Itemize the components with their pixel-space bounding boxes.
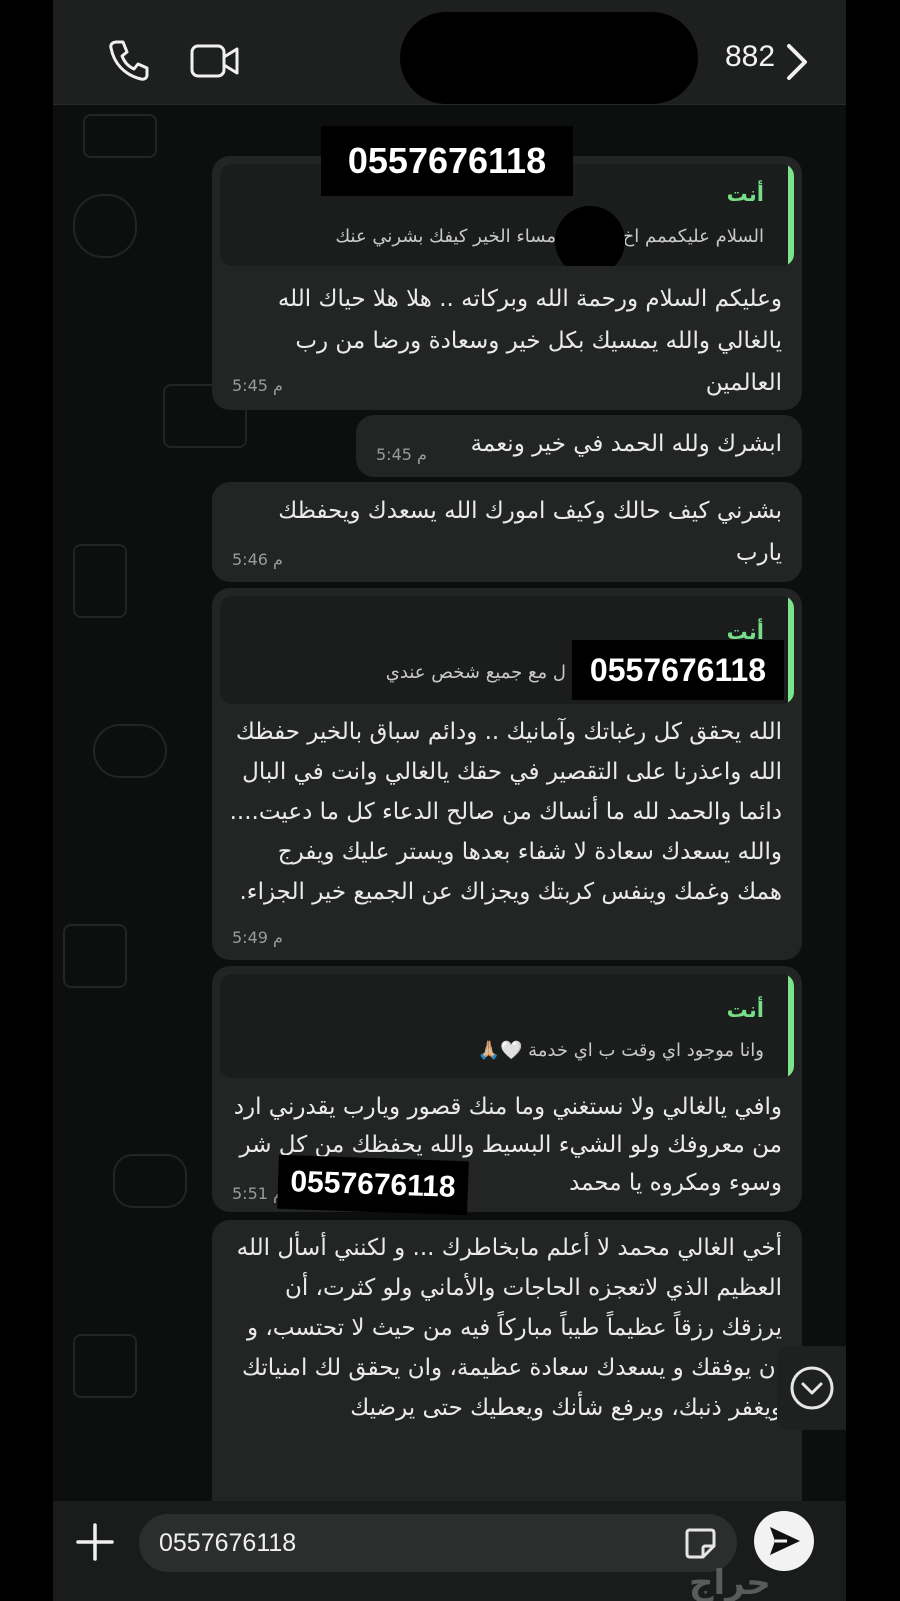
contact-title[interactable]: 882 [725,40,775,74]
reply-accent-bar [788,974,794,1078]
reply-quote-text: ل مع جميع شخص عندي [385,662,566,683]
message-text: أخي الغالي محمد لا أعلم مابخاطرك ... و ل… [236,1235,782,1421]
redacted-phone-number: 0557676118 [277,1154,469,1216]
reply-quote[interactable]: أنت وانا موجود اي وقت ب اي خدمة 🤍🙏🏼 [220,974,794,1078]
message-text: بشرني كيف حالك وكيف امورك الله يسعدك ويح… [278,498,782,566]
chat-background[interactable]: أنت السلام عليكممم اخ مساء الخير كيفك بش… [53,104,846,1520]
redacted-contact-name [400,12,698,104]
phone-icon[interactable] [107,38,151,82]
video-call-icon[interactable] [190,42,240,80]
message-text: ابشرك ولله الحمد في خير ونعمة [470,431,782,457]
doodle-icon [113,1154,187,1208]
reply-accent-bar [788,164,794,266]
message-bubble[interactable]: ابشرك ولله الحمد في خير ونعمة 5:45 م [356,415,802,477]
message-time: 5:45 م [232,376,283,395]
reply-quote-text-right: السلام عليكممم اخ [622,226,764,247]
reply-quote-text: وانا موجود اي وقت ب اي خدمة 🤍🙏🏼 [477,1040,764,1061]
chevron-right-icon[interactable] [785,42,809,82]
redaction-circle [555,206,625,266]
plus-icon[interactable] [75,1522,115,1562]
doodle-icon [93,724,167,778]
message-time: 5:49 م [232,928,283,947]
message-time: 5:45 م [376,445,427,464]
message-time: 5:46 م [232,550,283,569]
message-bubble[interactable]: بشرني كيف حالك وكيف امورك الله يسعدك ويح… [212,482,802,582]
chevron-down-icon [790,1366,834,1410]
scroll-to-bottom-button[interactable] [777,1346,846,1430]
doodle-icon [63,924,127,988]
sticker-icon[interactable] [683,1526,717,1560]
watermark-logo: حراج [689,1563,771,1601]
message-bubble[interactable]: أخي الغالي محمد لا أعلم مابخاطرك ... و ل… [212,1220,802,1520]
message-time: 5:51 م [232,1184,283,1203]
send-button[interactable] [754,1511,814,1571]
chat-header: 882 [53,0,846,105]
redacted-phone-number: 0557676118 [572,640,784,700]
message-text: الله يحقق كل رغباتك وآمانيك .. ودائم سبا… [229,719,782,905]
doodle-icon [73,1334,137,1398]
send-icon [770,1527,800,1555]
doodle-icon [73,194,137,258]
chat-screen: أنت السلام عليكممم اخ مساء الخير كيفك بش… [53,0,846,1601]
reply-quote-text-left: مساء الخير كيفك بشرني عنك [335,226,556,247]
doodle-icon [83,114,157,158]
reply-sender: أنت [726,182,764,206]
message-input[interactable] [139,1514,737,1572]
reply-sender: أنت [726,998,764,1022]
message-input-bar: حراج [53,1501,846,1601]
message-text: وعليكم السلام ورحمة الله وبركاته .. هلا … [277,286,782,396]
doodle-icon [73,544,127,618]
redacted-phone-number: 0557676118 [321,126,573,196]
reply-accent-bar [788,596,794,704]
